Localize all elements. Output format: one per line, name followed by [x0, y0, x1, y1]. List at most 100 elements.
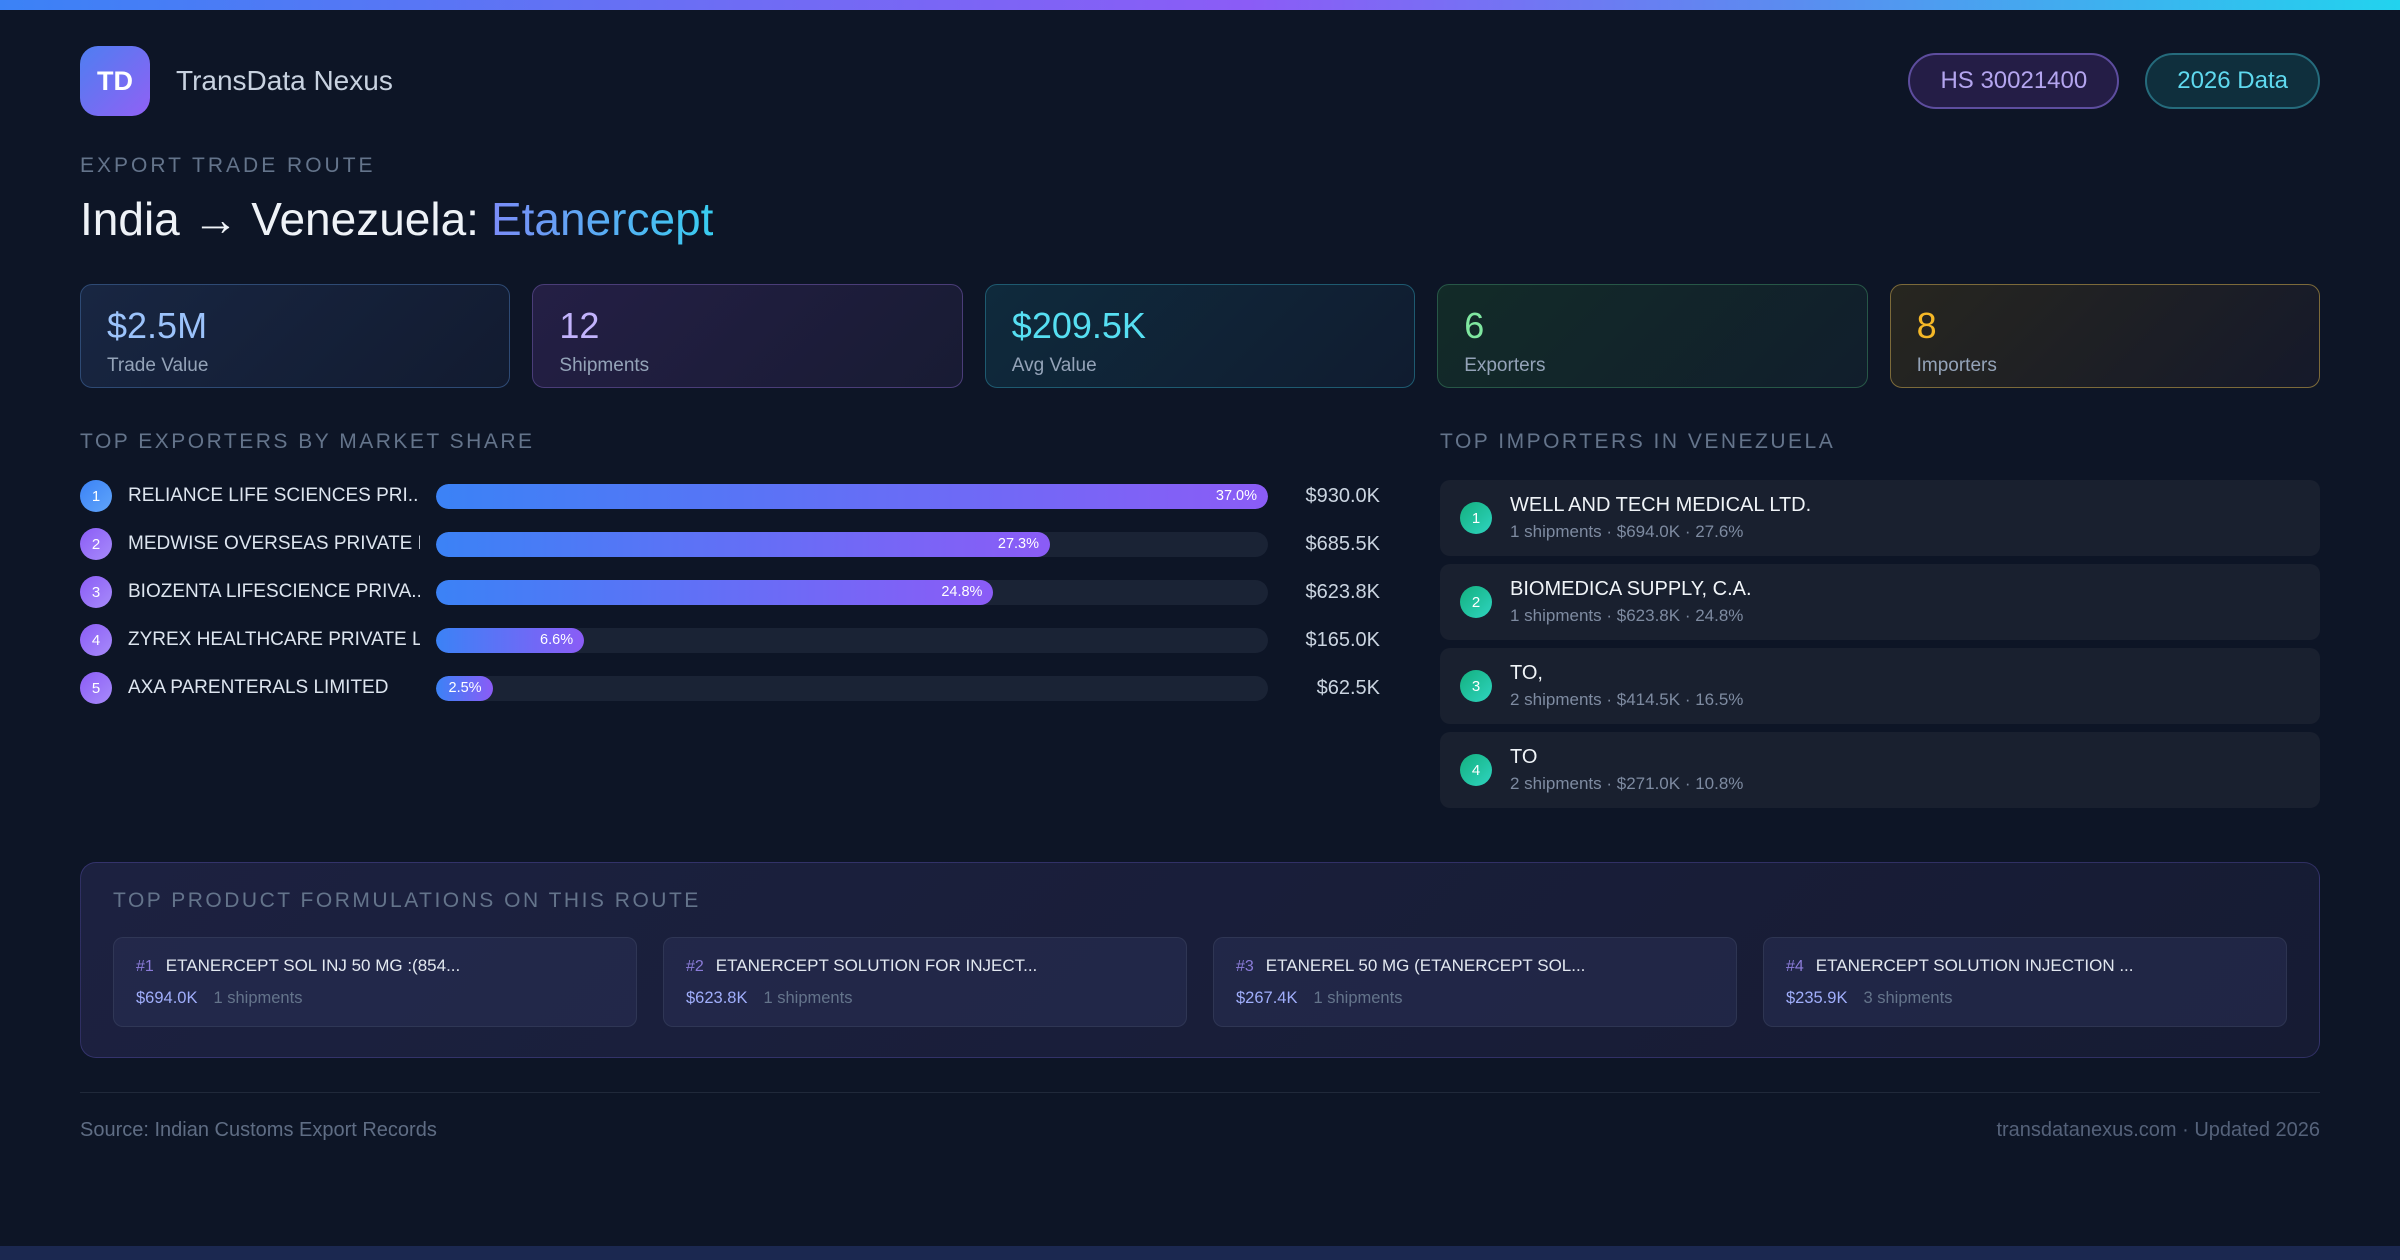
exporter-value: $165.0K [1305, 628, 1380, 651]
stat-card-importers: 8 Importers [1889, 284, 2320, 388]
exporter-row[interactable]: 2 MEDWISE OVERSEAS PRIVATE L... 27.3% $6… [80, 528, 1380, 560]
formulation-card[interactable]: #2 ETANERCEPT SOLUTION FOR INJECT... $62… [663, 937, 1187, 1027]
stat-label: Avg Value [1011, 355, 1097, 376]
stat-label: Importers [1916, 355, 1997, 376]
importer-card[interactable]: 4 TO 2 shipments · $271.0K · 10.8% [1440, 732, 2320, 808]
stat-card-trade-value: $2.5M Trade Value [80, 284, 511, 388]
exporter-name: AXA PARENTERALS LIMITED [128, 677, 389, 698]
formulation-value: $235.9K [1786, 989, 1848, 1007]
rank-badge: 4 [80, 624, 112, 656]
formulation-rank: #2 [686, 958, 704, 975]
exporter-row[interactable]: 1 RELIANCE LIFE SCIENCES PRI... 37.0% $9… [80, 480, 1380, 512]
formulation-shipments: 3 shipments [1863, 989, 1953, 1007]
formulation-card[interactable]: #4 ETANERCEPT SOLUTION INJECTION ... $23… [1763, 937, 2287, 1027]
page-container: TD TransData Nexus HS 30021400 2026 Data… [0, 46, 2400, 1142]
stat-value: $2.5M [107, 305, 208, 346]
hs-code-badge[interactable]: HS 30021400 [1908, 53, 2120, 109]
exporters-section: TOP EXPORTERS BY MARKET SHARE 1 RELIANCE… [80, 430, 1380, 816]
share-percent-label: 6.6% [540, 632, 574, 648]
formulation-card[interactable]: #1 ETANERCEPT SOL INJ 50 MG :(854... $69… [113, 937, 637, 1027]
main-columns: TOP EXPORTERS BY MARKET SHARE 1 RELIANCE… [80, 430, 2320, 816]
formulation-value: $694.0K [136, 989, 198, 1007]
importer-meta: 2 shipments · $414.5K · 16.5% [1510, 690, 1744, 709]
formulation-name: ETANERCEPT SOL INJ 50 MG :(854... [165, 956, 461, 975]
share-percent-label: 27.3% [997, 536, 1040, 552]
market-share-bar: 6.6% [436, 627, 585, 653]
market-share-bar-track: 24.8% [436, 579, 1268, 605]
formulation-shipments: 1 shipments [213, 989, 303, 1007]
rank-badge: 1 [1460, 502, 1492, 534]
exporter-row[interactable]: 3 BIOZENTA LIFESCIENCE PRIVA... 24.8% $6… [80, 576, 1380, 608]
rank-badge: 2 [1460, 586, 1492, 618]
formulation-name: ETANEREL 50 MG (ETANERCEPT SOL... [1265, 956, 1586, 975]
stat-value: 8 [1916, 305, 1937, 346]
importer-meta: 2 shipments · $271.0K · 10.8% [1510, 774, 1744, 793]
market-share-bar: 37.0% [436, 483, 1268, 509]
share-percent-label: 2.5% [448, 680, 482, 696]
exporter-row[interactable]: 5 AXA PARENTERALS LIMITED 2.5% $62.5K [80, 672, 1380, 704]
share-percent-label: 37.0% [1215, 488, 1257, 504]
stat-card-exporters: 6 Exporters [1437, 284, 1868, 388]
exporter-name: RELIANCE LIFE SCIENCES PRI... [128, 485, 420, 506]
rank-badge: 4 [1460, 754, 1492, 786]
page-title-product: Etanercept [490, 193, 714, 245]
exporter-value: $930.0K [1305, 484, 1380, 507]
stat-label: Trade Value [107, 355, 209, 376]
brand[interactable]: TD TransData Nexus [80, 46, 393, 116]
stat-cards: $2.5M Trade Value 12 Shipments $209.5K A… [80, 284, 2320, 388]
app-logo[interactable]: TD [80, 46, 150, 116]
importers-section: TOP IMPORTERS IN VENEZUELA 1 WELL AND TE… [1440, 430, 2320, 816]
header: TD TransData Nexus HS 30021400 2026 Data [80, 46, 2320, 116]
exporters-section-title: TOP EXPORTERS BY MARKET SHARE [80, 430, 535, 453]
market-share-bar-track: 27.3% [436, 531, 1268, 557]
exporter-value: $685.5K [1305, 532, 1380, 555]
page-title: India → Venezuela: Etanercept [80, 192, 2320, 246]
header-badges: HS 30021400 2026 Data [1908, 53, 2320, 109]
exporter-name: ZYREX HEALTHCARE PRIVATE L... [128, 629, 420, 650]
importer-card[interactable]: 1 WELL AND TECH MEDICAL LTD. 1 shipments… [1440, 480, 2320, 556]
stat-value: 6 [1464, 305, 1485, 346]
importers-section-title: TOP IMPORTERS IN VENEZUELA [1440, 430, 1836, 453]
stat-card-avg-value: $209.5K Avg Value [984, 284, 1416, 388]
market-share-bar-track: 6.6% [436, 627, 1268, 653]
exporter-name: MEDWISE OVERSEAS PRIVATE L... [128, 533, 420, 554]
rank-badge: 2 [80, 528, 112, 560]
importer-meta: 1 shipments · $623.8K · 24.8% [1510, 606, 1744, 625]
formulation-rank: #3 [1236, 958, 1254, 975]
top-accent-bar [0, 0, 2400, 10]
formulations-panel: TOP PRODUCT FORMULATIONS ON THIS ROUTE #… [80, 862, 2320, 1058]
exporter-value: $62.5K [1316, 676, 1380, 699]
formulation-value: $267.4K [1236, 989, 1298, 1007]
exporter-name: BIOZENTA LIFESCIENCE PRIVA... [128, 581, 420, 602]
importer-name: TO [1510, 746, 1538, 768]
bottom-accent-strip [0, 1246, 2400, 1260]
formulation-rank: #4 [1786, 958, 1804, 975]
rank-badge: 3 [1460, 670, 1492, 702]
market-share-bar: 2.5% [436, 675, 493, 701]
importer-card[interactable]: 3 TO, 2 shipments · $414.5K · 16.5% [1440, 648, 2320, 724]
formulation-shipments: 1 shipments [1313, 989, 1403, 1007]
page-title-route: India → Venezuela: [80, 193, 479, 245]
year-data-badge[interactable]: 2026 Data [2145, 53, 2320, 109]
rank-badge: 1 [80, 480, 112, 512]
app-name: TransData Nexus [176, 65, 393, 96]
formulation-cards: #1 ETANERCEPT SOL INJ 50 MG :(854... $69… [113, 937, 2287, 1027]
importer-meta: 1 shipments · $694.0K · 27.6% [1510, 522, 1744, 541]
formulation-rank: #1 [136, 958, 154, 975]
exporter-value: $623.8K [1305, 580, 1380, 603]
formulation-card[interactable]: #3 ETANEREL 50 MG (ETANERCEPT SOL... $26… [1213, 937, 1737, 1027]
share-percent-label: 24.8% [941, 584, 983, 600]
market-share-bar: 24.8% [436, 579, 994, 605]
stat-value: 12 [559, 305, 600, 346]
exporter-row[interactable]: 4 ZYREX HEALTHCARE PRIVATE L... 6.6% $16… [80, 624, 1380, 656]
importer-name: TO, [1510, 662, 1543, 684]
importer-card[interactable]: 2 BIOMEDICA SUPPLY, C.A. 1 shipments · $… [1440, 564, 2320, 640]
importer-name: WELL AND TECH MEDICAL LTD. [1510, 494, 1812, 516]
footer-source: Source: Indian Customs Export Records [80, 1119, 437, 1141]
importer-name: BIOMEDICA SUPPLY, C.A. [1510, 578, 1752, 600]
rank-badge: 5 [80, 672, 112, 704]
formulation-name: ETANERCEPT SOLUTION FOR INJECT... [715, 956, 1038, 975]
footer-site-link[interactable]: transdatanexus.com · Updated 2026 [1996, 1119, 2320, 1142]
footer: Source: Indian Customs Export Records tr… [80, 1092, 2320, 1142]
stat-label: Exporters [1464, 355, 1546, 376]
